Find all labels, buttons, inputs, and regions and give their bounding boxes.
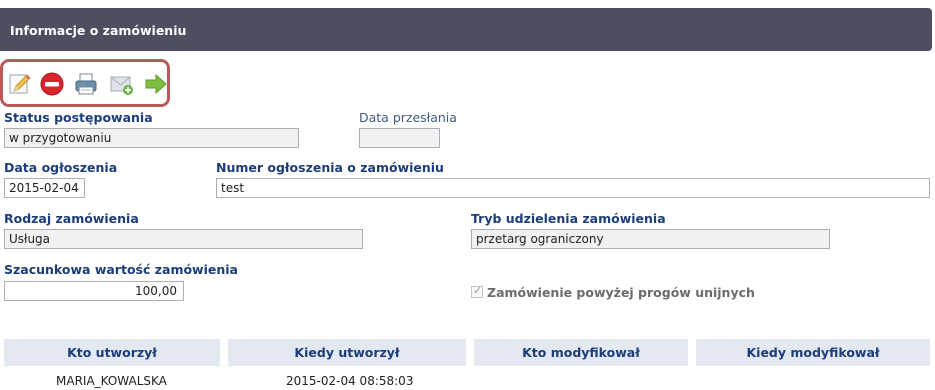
procedure-mode-field[interactable]: przetarg ograniczony <box>471 229 830 249</box>
table-header-created-at: Kiedy utworzył <box>228 339 466 366</box>
submission-date-label: Data przesłania <box>359 110 457 125</box>
estimated-value-field[interactable]: 100,00 <box>4 281 184 301</box>
delete-icon[interactable] <box>40 72 64 96</box>
announcement-number-label: Numer ogłoszenia o zamówieniu <box>216 160 444 175</box>
header-bar: Informacje o zamówieniu <box>0 8 932 51</box>
submission-date-field[interactable] <box>359 128 440 148</box>
print-icon[interactable] <box>74 72 98 96</box>
edit-icon[interactable] <box>8 72 32 96</box>
table-header-modified-by: Kto modyfikował <box>474 339 688 366</box>
page-title: Informacje o zamówieniu <box>10 23 187 38</box>
status-label: Status postępowania <box>4 110 153 125</box>
announcement-date-field[interactable]: 2015-02-04 <box>4 178 85 198</box>
table-cell-created-at: 2015-02-04 08:58:03 <box>286 374 414 388</box>
status-field[interactable]: w przygotowaniu <box>4 128 299 148</box>
order-type-field[interactable]: Usługa <box>4 229 363 249</box>
table-cell-created-by: MARIA_KOWALSKA <box>56 374 167 388</box>
forward-arrow-icon[interactable] <box>144 72 168 96</box>
order-type-label: Rodzaj zamówienia <box>4 211 139 226</box>
announcement-number-field[interactable]: test <box>216 178 930 198</box>
check-icon: ✓ <box>473 284 483 297</box>
estimated-value-label: Szacunkowa wartość zamówienia <box>4 262 238 277</box>
announcement-date-label: Data ogłoszenia <box>4 160 118 175</box>
procedure-mode-label: Tryb udzielenia zamówienia <box>471 211 666 226</box>
table-header-modified-at: Kiedy modyfikował <box>696 339 930 366</box>
eu-threshold-label: Zamówienie powyżej progów unijnych <box>487 285 755 300</box>
order-info-panel: Informacje o zamówieniu Status postępowa… <box>0 0 935 390</box>
send-email-icon[interactable] <box>110 72 134 96</box>
eu-threshold-checkbox[interactable]: ✓ <box>471 284 483 298</box>
table-header-created-by: Kto utworzył <box>4 339 220 366</box>
